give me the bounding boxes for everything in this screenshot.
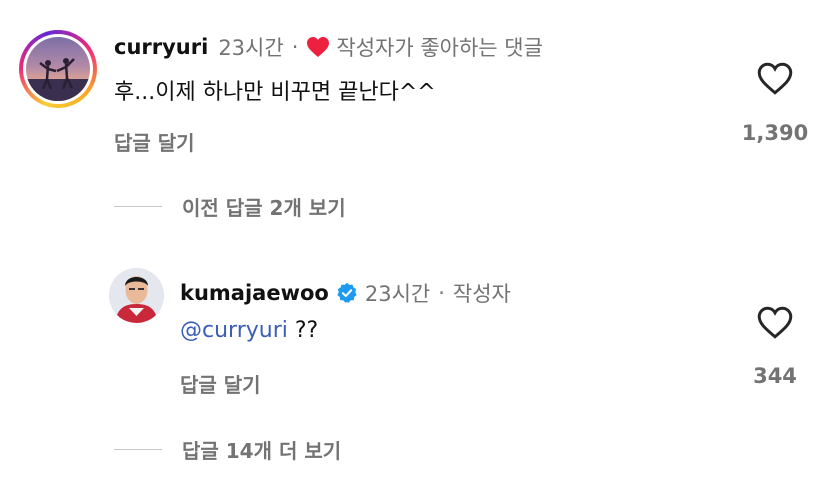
heart-outline-icon <box>757 62 793 95</box>
comment2-time: 23시간 <box>364 282 431 306</box>
comment2-meta: kumajaewoo 23시간 · 작성자 <box>180 278 511 308</box>
comment2-reply-button[interactable]: 답글 달기 <box>180 369 261 398</box>
comment1-username[interactable]: curryuri <box>114 35 208 59</box>
comment2-mention-link[interactable]: @curryuri <box>180 318 288 343</box>
comment1-meta: curryuri 23시간 · 작성자가 좋아하는 댓글 <box>114 32 543 62</box>
avatar-ring-gap <box>23 34 93 104</box>
comment2-like-count: 344 <box>753 364 797 388</box>
view-more-replies-label: 답글 14개 더 보기 <box>182 439 342 463</box>
separator-dot: · <box>438 281 445 305</box>
separator-dot: · <box>291 35 299 59</box>
view-previous-replies-button[interactable]: 이전 답글 2개 보기 <box>114 192 346 221</box>
avatar-photo-portrait <box>109 268 164 323</box>
avatar-kumajaewoo[interactable] <box>109 268 164 323</box>
comment1-like-button[interactable] <box>757 62 793 99</box>
comment2-username[interactable]: kumajaewoo <box>180 281 329 305</box>
liked-by-author-label: 작성자가 좋아하는 댓글 <box>336 36 543 60</box>
author-badge-label: 작성자 <box>452 282 511 306</box>
avatar-story-ring[interactable] <box>19 30 97 108</box>
divider-line <box>114 448 162 451</box>
view-previous-replies-label: 이전 답글 2개 보기 <box>182 196 346 220</box>
heart-filled-icon <box>306 36 330 58</box>
avatar-photo-silhouettes <box>26 58 90 101</box>
comment1-time: 23시간 <box>218 36 284 60</box>
comment2-like-button[interactable] <box>757 306 793 343</box>
comment1-text: 후...이제 하나만 비꾸면 끝난다^^ <box>114 80 436 105</box>
avatar-curryuri <box>26 37 90 101</box>
comment2-text: @curryuri ?? <box>180 318 318 343</box>
comment2-body: ?? <box>287 318 319 343</box>
comment1-like-count: 1,390 <box>741 121 809 145</box>
verified-badge-icon <box>336 282 358 304</box>
comment1-reply-button[interactable]: 답글 달기 <box>114 127 195 156</box>
divider-line <box>114 205 162 208</box>
heart-outline-icon <box>757 306 793 339</box>
view-more-replies-button[interactable]: 답글 14개 더 보기 <box>114 435 341 464</box>
